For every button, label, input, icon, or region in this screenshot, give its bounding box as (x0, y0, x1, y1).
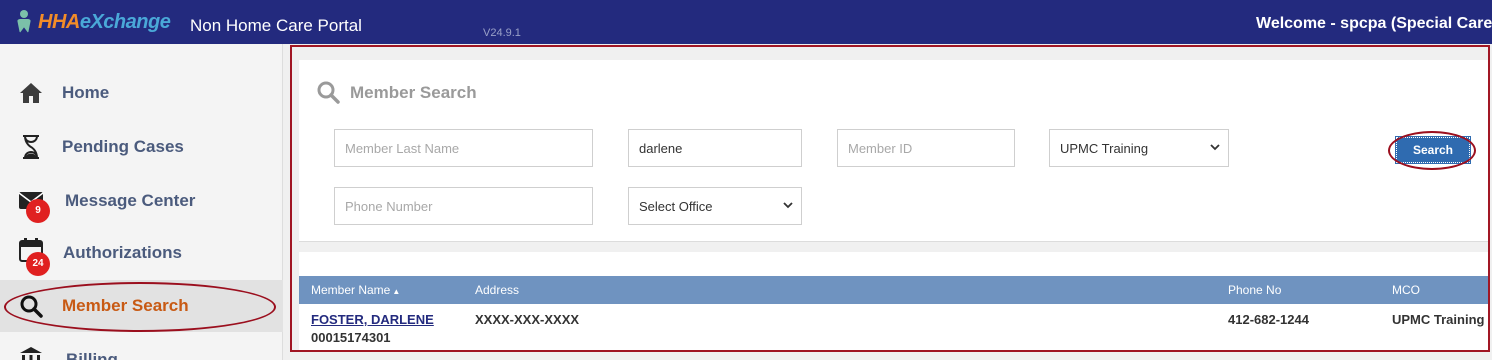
welcome-user[interactable]: Welcome - spcpa (Special Care I (1256, 15, 1492, 33)
sidebar-item-label: Message Center (65, 191, 196, 210)
sidebar-item-member-search[interactable]: Member Search (0, 280, 283, 332)
bank-icon (20, 347, 42, 360)
sidebar-item-message-center[interactable]: 9 Message Center (0, 175, 283, 227)
sidebar-item-label: Pending Cases (62, 137, 184, 156)
logo-text-exchange: eXchange (79, 10, 171, 33)
sidebar-item-label: Billing (66, 350, 118, 360)
portal-title: Non Home Care Portal (190, 16, 362, 35)
authorization-count-badge: 24 (26, 252, 50, 276)
logo-text-hha: HHA (38, 10, 80, 33)
hhaexchange-logo[interactable]: HHAeXchange (14, 9, 171, 35)
sidebar-item-label: Authorizations (63, 243, 182, 262)
sidebar-item-label: Home (62, 83, 110, 102)
logo-figure-icon (14, 10, 34, 34)
sidebar-item-home[interactable]: Home (0, 67, 283, 119)
sidebar-item-pending-cases[interactable]: Pending Cases (0, 121, 283, 173)
hourglass-icon (23, 135, 39, 159)
message-count-badge: 9 (26, 199, 50, 223)
home-icon (20, 83, 42, 103)
sidebar-item-authorizations[interactable]: 24 Authorizations (0, 227, 283, 279)
search-icon (20, 295, 43, 318)
sidebar-item-label: Member Search (62, 296, 189, 315)
sidebar-item-billing[interactable]: Billing (0, 334, 283, 360)
version-label: V24.9.1 (483, 27, 521, 39)
top-bar: HHAeXchange Non Home Care Portal V24.9.1… (0, 0, 1492, 44)
highlight-frame (290, 45, 1490, 352)
